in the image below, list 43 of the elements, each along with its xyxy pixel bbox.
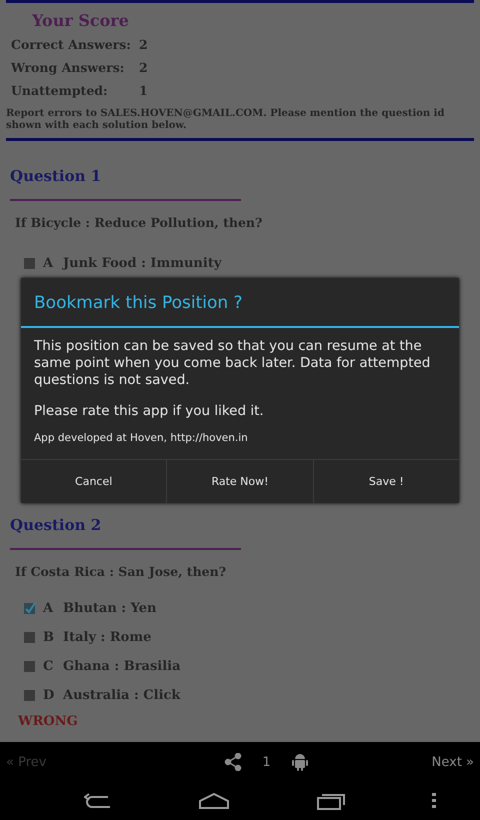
dialog-button[interactable]: Save ! [312,460,459,503]
checkbox[interactable] [24,632,35,643]
score-label: Unattempted: [11,83,109,98]
back-icon[interactable] [84,793,112,809]
menu-icon[interactable] [432,793,436,809]
option-letter: B [43,630,55,645]
checkbox[interactable] [24,603,35,614]
report-note: Report errors to SALES.HOVEN@GMAIL.COM. Please mention the question id shown with each solution below. [5,107,446,133]
score-value: 1 [139,83,148,98]
next-button[interactable]: Next » [432,754,474,770]
option-letter: A [43,601,54,616]
checkbox[interactable] [24,258,35,269]
score-title: Your Score [32,11,130,32]
rate-note: Please rate this app if you liked it. [33,402,265,419]
option-letter: C [43,659,54,674]
score-value: 2 [139,37,148,52]
score-value: 2 [139,60,148,75]
dialog-button[interactable]: Cancel [21,460,166,503]
option-text: Junk Food : Immunity [63,256,222,271]
question-title: Question 2 [10,516,102,534]
android-icon[interactable] [290,752,309,772]
checkbox[interactable] [24,690,35,701]
option-text: Ghana : Brasilia [63,659,181,674]
home-icon[interactable] [199,793,230,809]
page-number: 1 [262,754,271,770]
option-text: Italy : Rome [63,630,152,645]
option-text: Australia : Click [63,688,180,703]
result-label: WRONG [18,714,78,729]
recent-apps-icon[interactable] [316,792,345,810]
question-title: Question 1 [10,167,102,185]
score-label: Correct Answers: [11,37,132,52]
dialog-button[interactable]: Rate Now! [166,460,313,503]
option-letter: A [43,256,54,271]
question-text: If Bicycle : Reduce Pollution, then? [15,215,262,230]
credit-text: App developed at Hoven, http://hoven.in [33,431,249,444]
option-letter: D [43,688,55,703]
share-icon[interactable] [224,753,242,771]
question-text: If Costa Rica : San Jose, then? [15,564,226,579]
dialog-title: Bookmark this Position ? [33,292,244,315]
option-text: Bhutan : Yen [63,601,156,616]
score-label: Wrong Answers: [11,60,126,75]
dialog-message: This position can be saved so that you can resume at the same point when you come back later. Data for attempted questions is not saved. [33,337,432,389]
checkbox[interactable] [24,661,35,672]
